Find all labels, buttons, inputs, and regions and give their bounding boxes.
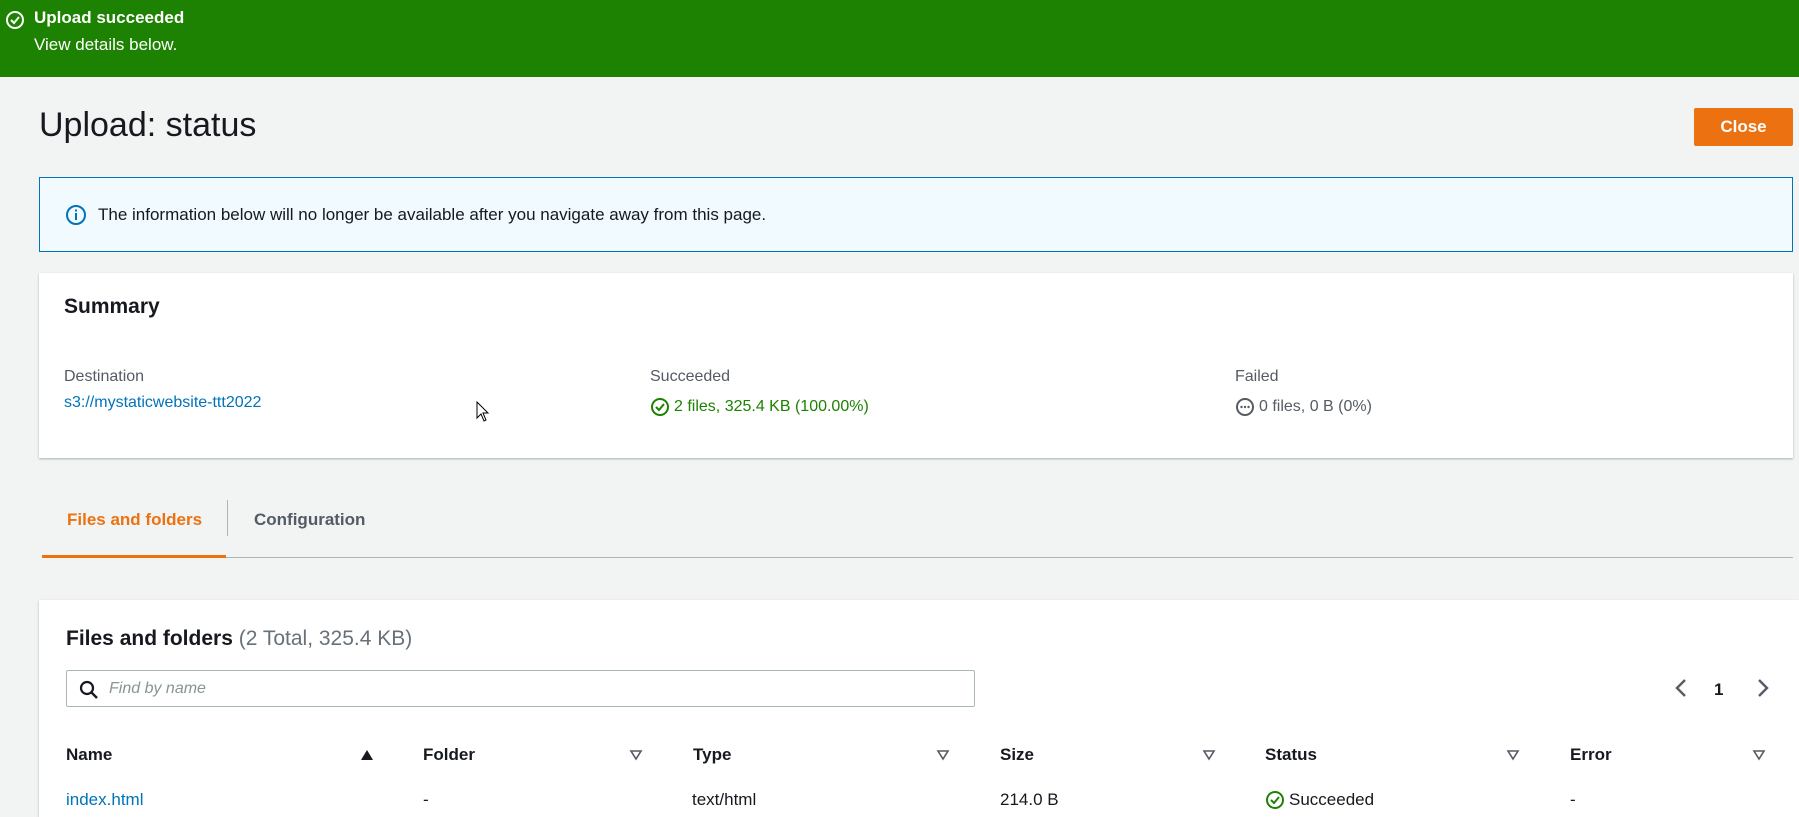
- tab-configuration[interactable]: Configuration: [228, 496, 398, 558]
- tab-bar: Files and folders Configuration: [42, 496, 1793, 558]
- page-number[interactable]: 1: [1714, 680, 1723, 700]
- succeeded-value-group: 2 files, 325.4 KB (100.00%): [650, 397, 869, 417]
- tab-files-and-folders[interactable]: Files and folders: [42, 496, 226, 558]
- check-circle-icon: [1266, 791, 1284, 809]
- succeeded-value: 2 files, 325.4 KB (100.00%): [674, 398, 869, 415]
- summary-title: Summary: [64, 295, 160, 318]
- close-button[interactable]: Close: [1694, 108, 1793, 146]
- summary-container: Summary Destination s3://mystaticwebsite…: [39, 273, 1793, 458]
- sort-icon[interactable]: [629, 749, 643, 761]
- column-header-error[interactable]: Error: [1570, 745, 1612, 765]
- files-title: Files and folders: [66, 627, 233, 650]
- sort-icon[interactable]: [1752, 749, 1766, 761]
- table-row-status: Succeeded: [1265, 790, 1374, 810]
- ellipsis-circle-icon: [1236, 398, 1254, 416]
- succeeded-label: Succeeded: [650, 368, 731, 385]
- column-header-status[interactable]: Status: [1265, 745, 1317, 765]
- table-row-folder: -: [423, 790, 429, 809]
- files-heading: Files and folders (2 Total, 325.4 KB): [66, 627, 412, 651]
- mouse-cursor-icon: [476, 401, 490, 422]
- sort-icon[interactable]: [1506, 749, 1520, 761]
- table-row-type: text/html: [692, 790, 757, 809]
- search-icon: [79, 680, 98, 699]
- chevron-left-icon[interactable]: [1671, 676, 1691, 700]
- failed-label: Failed: [1235, 368, 1279, 385]
- info-icon: [66, 205, 86, 225]
- success-flash-banner: Upload succeeded View details below.: [0, 0, 1799, 77]
- column-header-size[interactable]: Size: [1000, 745, 1034, 765]
- column-header-name[interactable]: Name: [66, 745, 112, 765]
- info-alert: The information below will no longer be …: [39, 177, 1793, 252]
- search-input[interactable]: [109, 675, 959, 703]
- file-link[interactable]: index.html: [66, 790, 143, 810]
- sort-icon[interactable]: [1202, 749, 1216, 761]
- search-box: [66, 670, 975, 707]
- table-row-error: -: [1570, 790, 1576, 809]
- files-container: Files and folders (2 Total, 325.4 KB) 1 …: [39, 600, 1799, 817]
- failed-value: 0 files, 0 B (0%): [1259, 398, 1372, 415]
- sort-ascending-icon[interactable]: [360, 749, 374, 761]
- table-row-name[interactable]: index.html: [66, 790, 143, 810]
- status-text: Succeeded: [1289, 790, 1375, 809]
- failed-value-group: 0 files, 0 B (0%): [1235, 397, 1372, 417]
- flash-subtitle: View details below.: [34, 35, 178, 54]
- column-header-type[interactable]: Type: [693, 745, 731, 765]
- sort-icon[interactable]: [936, 749, 950, 761]
- destination-link[interactable]: s3://mystaticwebsite-ttt2022: [64, 394, 261, 412]
- files-count: (2 Total, 325.4 KB): [238, 627, 413, 650]
- chevron-right-icon[interactable]: [1753, 676, 1773, 700]
- column-header-folder[interactable]: Folder: [423, 745, 475, 765]
- destination-label: Destination: [64, 368, 145, 385]
- page-title: Upload: status: [39, 106, 257, 144]
- check-circle-icon: [651, 398, 669, 416]
- flash-title: Upload succeeded: [34, 8, 185, 27]
- info-alert-text: The information below will no longer be …: [98, 205, 767, 224]
- table-row-size: 214.0 B: [1000, 790, 1059, 809]
- check-circle-icon: [6, 11, 24, 29]
